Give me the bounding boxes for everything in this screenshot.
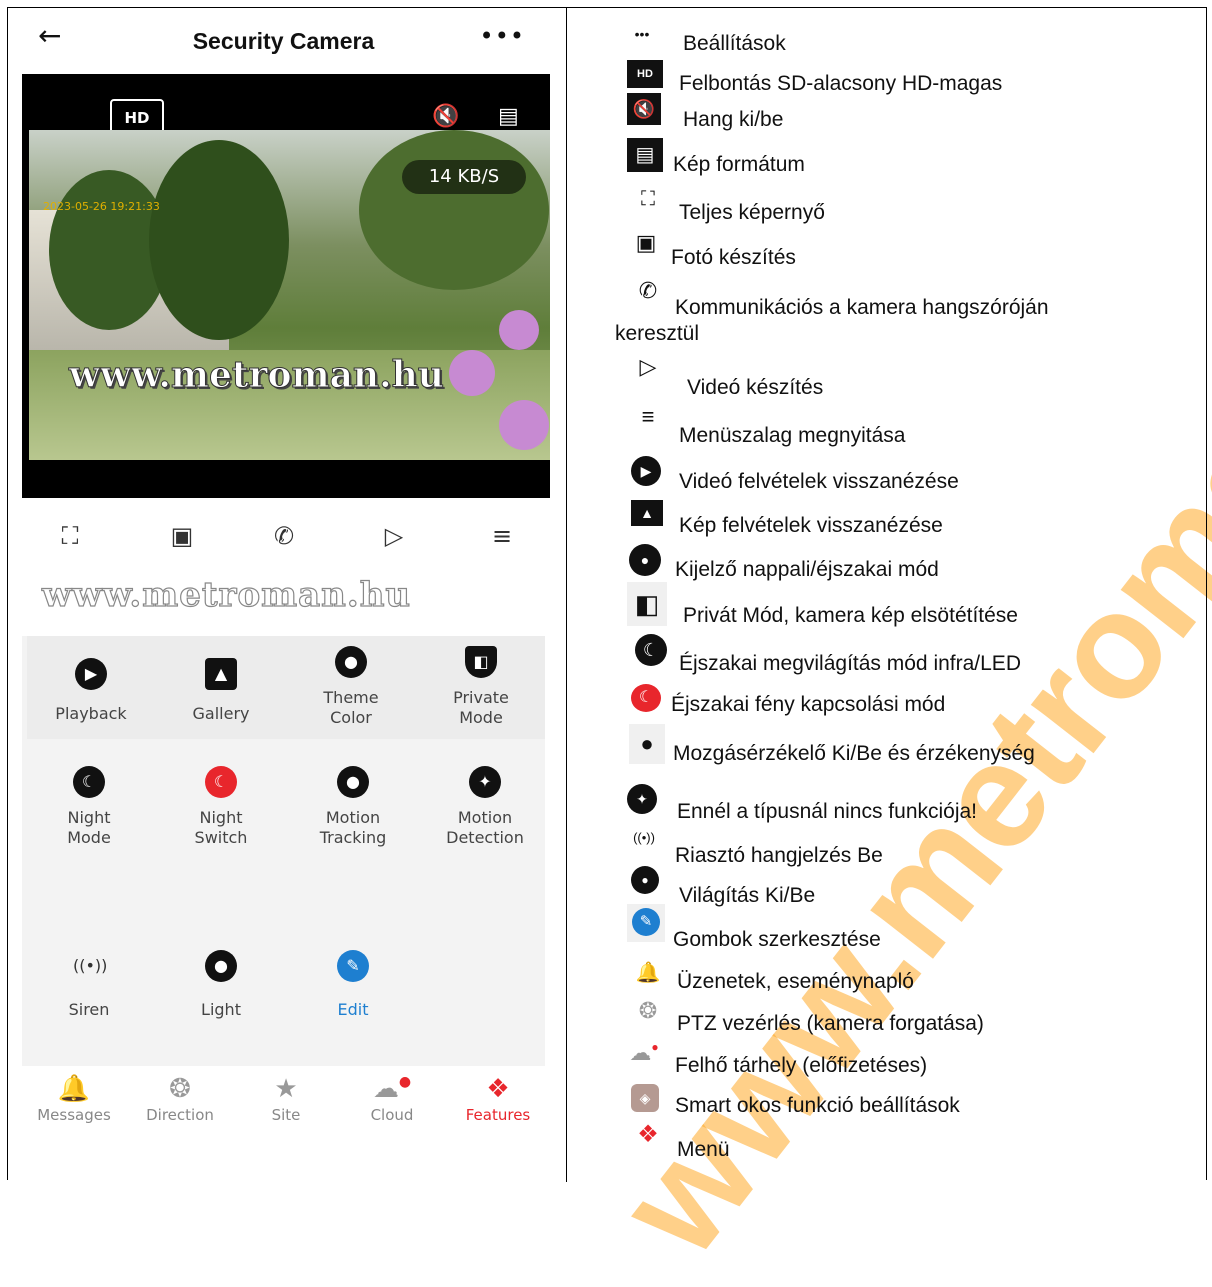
control-bar: ⛶ ▣ ✆ ▷ ≡ bbox=[22, 508, 545, 568]
star-icon: ★ bbox=[274, 1074, 298, 1104]
icon-legend: ••• Beállítások HD Felbontás SD-alacsony… bbox=[615, 26, 1049, 1161]
tab-features[interactable]: ❖ Features bbox=[448, 1074, 548, 1124]
expand-menu-icon[interactable]: ≡ bbox=[482, 522, 522, 550]
mute-icon: 🔇 bbox=[627, 93, 661, 125]
camera-video-view[interactable]: HD 🔇 ▤ 2023-05-26 19:21:33 www.metroman.… bbox=[22, 74, 550, 498]
feature-label: Light bbox=[201, 1000, 241, 1019]
smart-cube-icon: ◈ bbox=[631, 1084, 659, 1112]
feature-motion-detection[interactable]: ✦ Motion Detection bbox=[420, 766, 550, 848]
feature-label: Private Mode bbox=[453, 688, 509, 727]
direction-pad-icon: ❂ bbox=[638, 998, 658, 1023]
mute-icon[interactable]: 🔇 bbox=[432, 104, 459, 129]
play-icon: ▶ bbox=[75, 658, 107, 690]
edit-icon: ✎ bbox=[337, 950, 369, 982]
phone-call-icon[interactable]: ✆ bbox=[264, 522, 304, 550]
tab-label: Cloud bbox=[370, 1106, 414, 1124]
tab-label: Direction bbox=[146, 1106, 214, 1124]
tab-cloud[interactable]: ☁● Cloud bbox=[342, 1074, 442, 1124]
feature-label: Gallery bbox=[192, 704, 250, 723]
picture-format-icon: ▤ bbox=[627, 138, 663, 172]
tab-label: Features bbox=[465, 1106, 531, 1124]
private-mode-icon: ◧ bbox=[465, 646, 497, 678]
walking-person-icon: ✦ bbox=[469, 766, 501, 798]
feature-night-switch[interactable]: ☾ Night Switch bbox=[156, 766, 286, 848]
feature-siren[interactable]: ((•)) Siren bbox=[24, 950, 154, 1020]
feature-label: Edit bbox=[337, 1000, 369, 1019]
palette-icon: ● bbox=[629, 544, 661, 576]
feature-label: Theme Color bbox=[323, 688, 379, 727]
tab-label: Site bbox=[271, 1106, 301, 1124]
phone-call-icon: ✆ bbox=[638, 278, 658, 303]
column-divider bbox=[566, 7, 567, 1182]
bell-icon: 🔔 bbox=[635, 962, 661, 984]
tab-label: Messages bbox=[37, 1106, 111, 1124]
more-options-icon[interactable]: ••• bbox=[480, 22, 525, 50]
features-menu-icon: ❖ bbox=[486, 1074, 510, 1104]
top-bar: ← Security Camera ••• bbox=[22, 8, 545, 74]
private-mode-icon: ◧ bbox=[627, 582, 667, 626]
feature-label: Siren bbox=[68, 1000, 110, 1019]
gallery-icon: ▲ bbox=[205, 658, 237, 690]
tab-direction[interactable]: ❂ Direction bbox=[130, 1074, 230, 1124]
snapshot-icon[interactable]: ▣ bbox=[162, 522, 202, 550]
location-pin-icon: ● bbox=[337, 766, 369, 798]
feature-playback[interactable]: ▶ Playback bbox=[26, 658, 156, 724]
feature-private-mode[interactable]: ◧ Private Mode bbox=[416, 646, 546, 728]
moon-icon: ☾ bbox=[635, 634, 667, 666]
edit-icon: ✎ bbox=[627, 904, 665, 942]
feature-night-mode[interactable]: ☾ Night Mode bbox=[24, 766, 154, 848]
features-menu-icon: ❖ bbox=[637, 1121, 659, 1148]
video-watermark: www.metroman.hu bbox=[69, 354, 445, 397]
feature-label: Motion Tracking bbox=[319, 808, 387, 847]
snapshot-icon: ▣ bbox=[635, 230, 657, 255]
night-switch-icon: ☾ bbox=[631, 684, 661, 712]
siren-icon: ((•)) bbox=[633, 830, 655, 845]
feature-label: Playback bbox=[55, 704, 127, 723]
light-icon: ● bbox=[631, 866, 659, 894]
bell-icon: 🔔 bbox=[57, 1074, 91, 1104]
page-title: Security Camera bbox=[192, 28, 375, 54]
night-switch-icon: ☾ bbox=[205, 766, 237, 798]
gallery-icon: ▲ bbox=[631, 500, 663, 526]
feature-light[interactable]: ● Light bbox=[156, 950, 286, 1020]
palette-icon: ● bbox=[335, 646, 367, 678]
record-video-icon: ▷ bbox=[639, 354, 657, 379]
picture-format-icon[interactable]: ▤ bbox=[498, 104, 519, 129]
record-video-icon[interactable]: ▷ bbox=[374, 522, 414, 550]
light-icon: ● bbox=[205, 950, 237, 982]
fullscreen-icon[interactable]: ⛶ bbox=[50, 522, 90, 550]
feature-label: Night Switch bbox=[194, 808, 248, 847]
expand-menu-icon: ≡ bbox=[641, 404, 655, 429]
features-grid: ▶ Playback ▲ Gallery ● Theme Color ◧ Priv… bbox=[22, 636, 545, 1066]
feature-motion-tracking[interactable]: ● Motion Tracking bbox=[288, 766, 418, 848]
feature-label: Night Mode bbox=[67, 808, 111, 847]
walking-person-icon: ✦ bbox=[627, 784, 657, 814]
moon-icon: ☾ bbox=[73, 766, 105, 798]
cloud-icon: ☁● bbox=[372, 1074, 412, 1104]
video-timestamp: 2023-05-26 19:21:33 bbox=[43, 200, 160, 213]
tab-messages[interactable]: 🔔 Messages bbox=[24, 1074, 124, 1124]
feature-label: Motion Detection bbox=[446, 808, 524, 847]
play-icon: ▶ bbox=[631, 456, 661, 486]
direction-pad-icon: ❂ bbox=[169, 1074, 191, 1104]
feature-gallery[interactable]: ▲ Gallery bbox=[156, 658, 286, 724]
fullscreen-icon: ⛶ bbox=[641, 188, 655, 210]
hd-icon: HD bbox=[627, 60, 663, 88]
bottom-nav: 🔔 Messages ❂ Direction ★ Site ☁● Cloud ❖… bbox=[22, 1066, 545, 1182]
feature-edit[interactable]: ✎ Edit bbox=[288, 950, 418, 1020]
phone-screen: ← Security Camera ••• HD 🔇 ▤ 2023-05-26 … bbox=[22, 8, 550, 1182]
tab-site[interactable]: ★ Site bbox=[236, 1074, 336, 1124]
location-pin-icon: ● bbox=[629, 724, 665, 764]
more-options-icon: ••• bbox=[634, 26, 650, 42]
bitrate-badge: 14 KB/S bbox=[402, 160, 526, 194]
cloud-icon: ☁● bbox=[629, 1040, 659, 1065]
siren-icon: ((•)) bbox=[73, 956, 108, 975]
feature-theme-color[interactable]: ● Theme Color bbox=[286, 646, 416, 728]
text-watermark: www.metroman.hu bbox=[41, 574, 412, 615]
